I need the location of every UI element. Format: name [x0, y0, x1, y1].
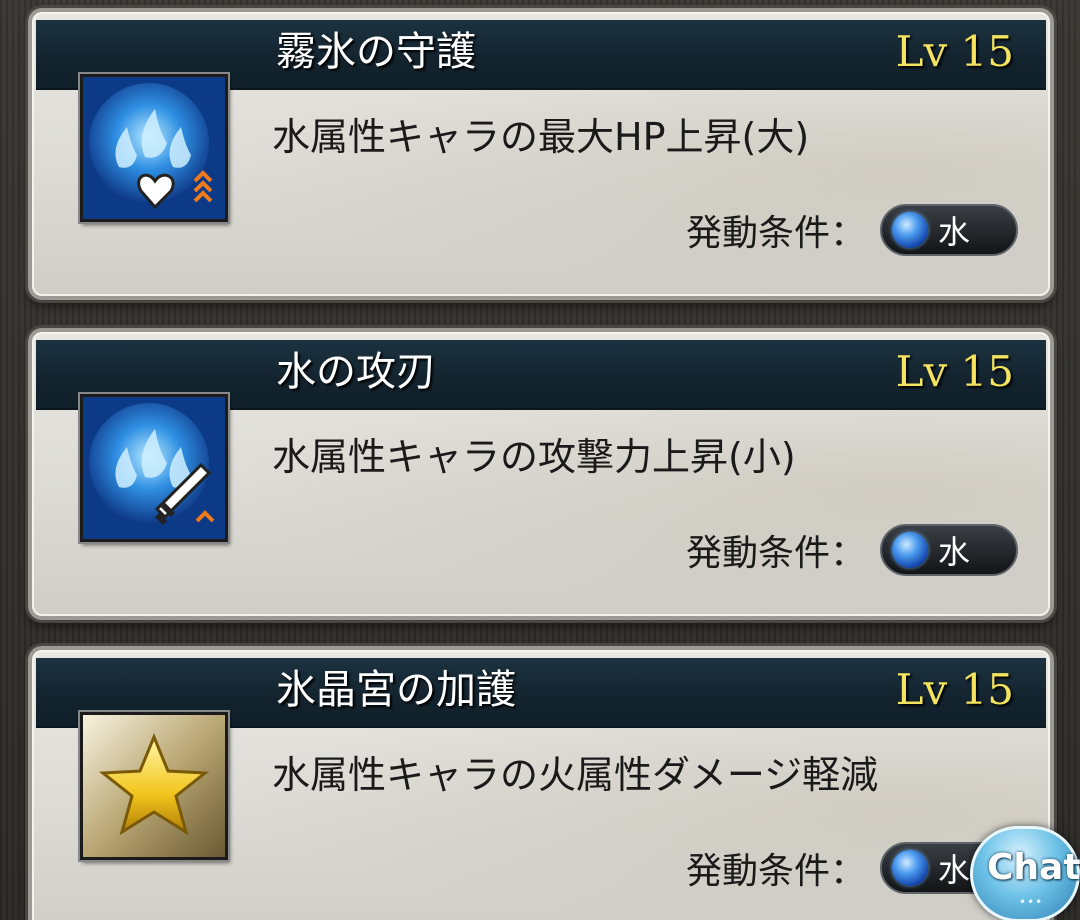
water-hp-up-icon [80, 74, 228, 222]
condition-label: 発動条件： [685, 213, 866, 254]
skill-name: 水の攻刃 [276, 349, 436, 395]
skill-list-page: 霧氷の守護 Lv 15 水属性キャラの最大HP上昇(大) 発動条件： 水 水の攻… [0, 0, 1080, 920]
skill-card: 水の攻刃 Lv 15 水属性キャラの攻撃力上昇(小) 発動条件： 水 [28, 328, 1054, 620]
activation-condition: 発動条件： 水 [686, 522, 1018, 578]
water-element-icon [892, 850, 928, 886]
water-element-icon [892, 532, 928, 568]
element-badge: 水 [880, 204, 1018, 256]
skill-card: 霧氷の守護 Lv 15 水属性キャラの最大HP上昇(大) 発動条件： 水 [28, 8, 1054, 300]
chat-button[interactable]: Chat ••• [970, 826, 1080, 920]
activation-condition: 発動条件： 水 [686, 202, 1018, 258]
skill-description: 水属性キャラの攻撃力上昇(小) [272, 435, 796, 479]
skill-level: Lv 15 [895, 27, 1014, 76]
element-badge: 水 [880, 524, 1018, 576]
gold-star-icon [80, 712, 228, 860]
element-label: 水 [938, 533, 971, 571]
element-label: 水 [938, 851, 971, 889]
condition-label: 発動条件： [685, 533, 866, 574]
skill-card: 氷晶宮の加護 Lv 15 水属性キャラの火属性ダメージ軽減 発動条件： 水 [28, 646, 1054, 920]
activation-condition: 発動条件： 水 [686, 840, 1018, 896]
skill-description: 水属性キャラの火属性ダメージ軽減 [272, 753, 879, 797]
water-element-icon [892, 212, 928, 248]
chat-bubble-icon: ••• [1019, 895, 1044, 909]
water-attack-up-icon [80, 394, 228, 542]
skill-name: 氷晶宮の加護 [276, 667, 516, 713]
element-label: 水 [938, 213, 971, 251]
skill-level: Lv 15 [895, 347, 1014, 396]
skill-name: 霧氷の守護 [276, 29, 476, 75]
chat-label: Chat [987, 847, 1080, 888]
skill-level: Lv 15 [895, 665, 1014, 714]
skill-description: 水属性キャラの最大HP上昇(大) [272, 115, 810, 159]
condition-label: 発動条件： [685, 851, 866, 892]
